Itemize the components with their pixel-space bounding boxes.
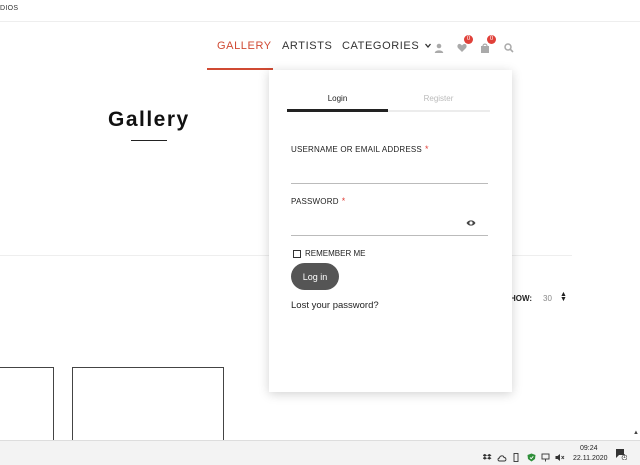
password-label-text: PASSWORD [291, 197, 339, 206]
product-card[interactable] [0, 367, 54, 447]
page-title: Gallery [108, 108, 190, 131]
nav-categories[interactable]: CATEGORIES [342, 40, 431, 52]
sort-arrows-icon[interactable]: ▲ ▼ [560, 291, 567, 303]
password-label: PASSWORD * [291, 196, 345, 206]
tab-active-indicator [287, 109, 388, 112]
nav-active-underline [207, 68, 273, 70]
login-dropdown: Login Register USERNAME OR EMAIL ADDRESS… [269, 70, 512, 392]
chevron-down-icon [424, 43, 431, 49]
main-nav: GALLERY ARTISTS CATEGORIES 0 0 [0, 35, 640, 70]
login-tabs: Login Register [287, 94, 490, 112]
search-icon[interactable] [504, 40, 516, 53]
nav-gallery[interactable]: GALLERY [217, 40, 272, 52]
top-bar: DIOS [0, 0, 640, 22]
cart-icon[interactable]: 0 [480, 35, 496, 53]
tray-chevron-up-icon[interactable]: ▲ [633, 430, 639, 436]
password-input[interactable] [291, 216, 488, 236]
remember-me-label[interactable]: REMEMBER ME [305, 249, 365, 258]
taskbar: 09:24 22.11.2020 1 [0, 440, 640, 465]
eye-icon[interactable] [466, 214, 476, 226]
notification-count: 1 [623, 453, 626, 460]
volume-icon[interactable] [555, 449, 565, 461]
tab-login[interactable]: Login [287, 94, 388, 103]
tab-inactive-indicator [388, 110, 490, 112]
usb-icon[interactable] [512, 449, 521, 462]
show-per-page-select[interactable]: 30 [543, 294, 552, 303]
user-icon[interactable] [434, 40, 446, 53]
clock-time[interactable]: 09:24 [580, 445, 598, 452]
network-icon[interactable] [541, 449, 550, 462]
clock-date[interactable]: 22.11.2020 [573, 455, 608, 462]
cloud-icon[interactable] [497, 449, 507, 462]
dropbox-icon[interactable] [482, 449, 492, 460]
remember-me-checkbox[interactable] [293, 250, 301, 258]
notification-icon[interactable]: 1 [615, 447, 628, 461]
lost-password-link[interactable]: Lost your password? [291, 300, 379, 311]
site-brand[interactable]: DIOS [0, 5, 18, 12]
required-marker: * [424, 144, 429, 154]
nav-artists[interactable]: ARTISTS [282, 40, 332, 52]
product-card[interactable] [72, 367, 224, 447]
username-input[interactable] [291, 164, 488, 184]
show-per-page-label: HOW: [510, 294, 533, 303]
title-divider [131, 140, 167, 141]
username-label-text: USERNAME OR EMAIL ADDRESS [291, 145, 422, 154]
required-marker: * [341, 196, 346, 206]
login-button[interactable]: Log in [291, 263, 339, 290]
wishlist-icon[interactable]: 0 [457, 35, 473, 52]
security-shield-icon[interactable] [527, 449, 536, 462]
username-label: USERNAME OR EMAIL ADDRESS * [291, 144, 429, 154]
cart-badge: 0 [487, 35, 496, 44]
nav-categories-label: CATEGORIES [342, 40, 420, 52]
tab-register[interactable]: Register [388, 94, 489, 103]
wishlist-badge: 0 [464, 35, 473, 44]
